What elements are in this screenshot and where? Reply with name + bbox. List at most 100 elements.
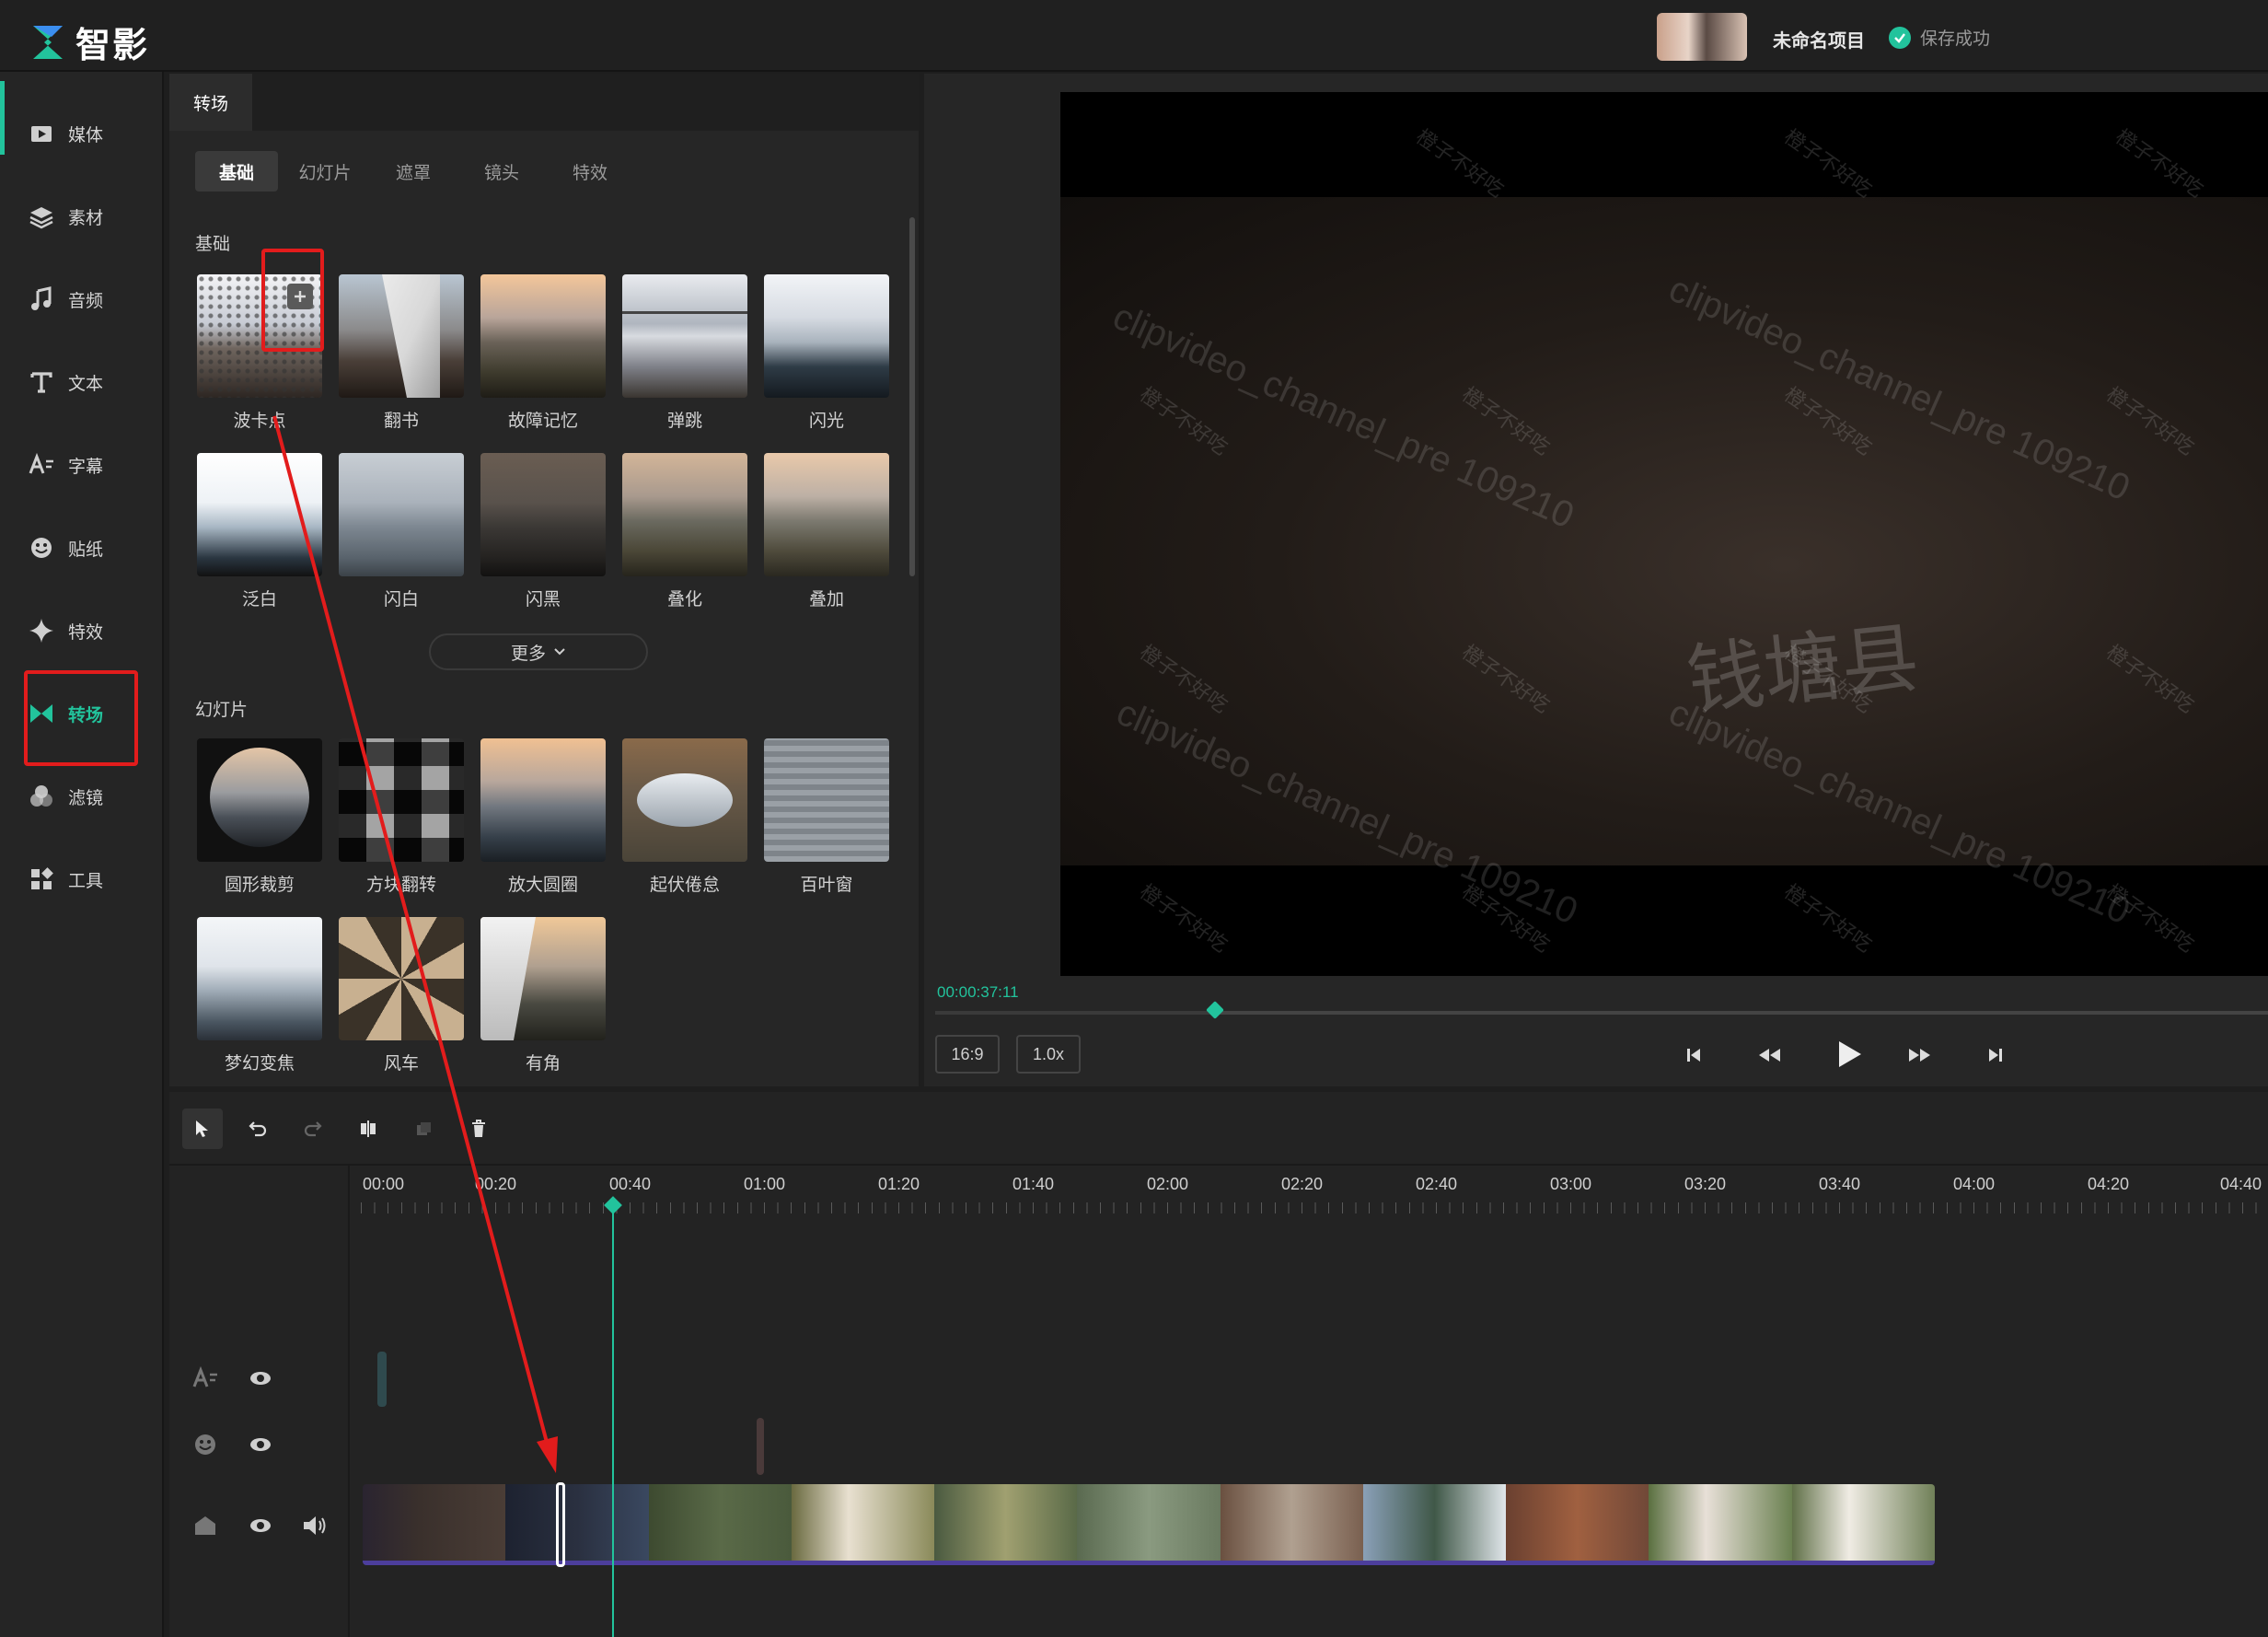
video-clip[interactable] [791,1484,935,1561]
subtab-lens[interactable]: 镜头 [460,151,543,192]
video-clip[interactable] [934,1484,1078,1561]
sticker-clip[interactable] [757,1418,764,1475]
timeline-ruler[interactable] [361,1202,2268,1213]
avatar[interactable] [1657,13,1747,61]
sidebar-item-label: 素材 [68,208,104,228]
transition-label: 百叶窗 [800,876,853,895]
redo-button[interactable] [293,1109,333,1149]
undo-icon [249,1121,267,1137]
transition-thumb-flash-black[interactable] [480,453,606,576]
sidebar-item-label: 音频 [68,291,104,311]
subtab-effects[interactable]: 特效 [549,151,631,192]
video-clip[interactable] [1077,1484,1221,1561]
sidebar-item-assets[interactable]: 素材 [28,184,156,249]
video-clip[interactable] [1220,1484,1363,1561]
subtitle-clip[interactable] [377,1352,387,1407]
transition-thumb-overlay[interactable] [764,453,889,576]
transition-label: 弹跳 [666,412,702,431]
transition-thumb-flash-white[interactable] [339,453,464,576]
rewind-button[interactable] [1753,1039,1786,1072]
sidebar-item-tools[interactable]: 工具 [28,847,156,911]
transition-thumb-blinds[interactable] [764,738,889,862]
sidebar-item-filter[interactable]: 滤镜 [28,764,156,829]
video-player[interactable]: clipvideo_channel_pre 109210 clipvideo_c… [1060,92,2268,976]
media-icon [31,126,52,142]
transition-thumb-dissolve[interactable] [622,453,747,576]
transition-label: 闪黑 [525,590,561,610]
subtitle-track-icon [192,1365,217,1387]
undo-button[interactable] [237,1109,278,1149]
delete-button[interactable] [458,1109,499,1149]
sidebar-item-subtitle[interactable]: 字幕 [28,433,156,497]
transition-label: 有角 [525,1054,561,1074]
fast-forward-button[interactable] [1904,1039,1937,1072]
sidebar-item-audio[interactable]: 音频 [28,267,156,331]
transition-thumb-ripple[interactable] [622,738,747,862]
play-button[interactable] [1826,1031,1872,1077]
sidebar-item-text[interactable]: 文本 [28,350,156,414]
chevron-down-icon [554,648,565,656]
subtab-bar: 基础 幻灯片 遮罩 镜头 特效 [195,151,631,192]
subtab-basic[interactable]: 基础 [195,151,278,192]
volume-icon[interactable] [300,1512,328,1539]
play-icon [1839,1041,1861,1067]
subtab-mask[interactable]: 遮罩 [372,151,455,192]
transition-thumb-flash[interactable] [764,274,889,398]
sidebar-item-media[interactable]: 媒体 [28,101,156,166]
transition-thumb-circle-crop[interactable] [197,738,322,862]
skip-start-button[interactable] [1677,1039,1710,1072]
video-clip[interactable] [1791,1484,1935,1561]
subtitle-icon [29,452,53,474]
transition-thumb-dream-zoom[interactable] [197,917,322,1040]
copy-button[interactable] [403,1109,444,1149]
video-clip[interactable] [648,1484,792,1561]
split-button[interactable] [348,1109,388,1149]
video-clip[interactable] [1362,1484,1507,1561]
subtab-slides[interactable]: 幻灯片 [284,151,366,192]
transition-thumb-zoom-circle[interactable] [480,738,606,862]
panel-scrollbar[interactable] [909,217,915,576]
transition-label: 叠化 [666,590,702,610]
transition-label: 梦幻变焦 [224,1054,295,1074]
eye-icon[interactable] [247,1364,274,1392]
transition-slot-marker[interactable] [556,1482,565,1567]
aspect-ratio-button[interactable]: 16:9 [935,1035,1000,1074]
progress-handle[interactable] [1206,1001,1224,1019]
transition-thumb-whiten[interactable] [197,453,322,576]
transition-thumb-block-flip[interactable] [339,738,464,862]
select-tool-button[interactable] [182,1109,223,1149]
section-title-slides: 幻灯片 [195,701,249,720]
video-track[interactable] [363,1484,1935,1565]
transition-thumb-page-flip[interactable] [339,274,464,398]
preview-panel: clipvideo_channel_pre 109210 clipvideo_c… [924,74,2268,1086]
transition-thumb-bounce[interactable] [622,274,747,398]
sidebar-item-effects[interactable]: 特效 [28,598,156,663]
playhead[interactable] [612,1202,614,1637]
transition-thumb-glitch[interactable] [480,274,606,398]
tick-label: 01:40 [1012,1175,1055,1193]
eye-icon[interactable] [247,1431,274,1458]
sidebar-item-sticker[interactable]: 贴纸 [28,516,156,580]
transition-thumb-windmill[interactable] [339,917,464,1040]
tick-label: 00:20 [475,1175,517,1193]
timecode: 00:00:37:11 [937,983,1019,1001]
copy-icon [417,1122,431,1135]
eye-icon[interactable] [247,1512,274,1539]
video-clip[interactable] [1649,1484,1792,1561]
project-name[interactable]: 未命名项目 [1773,26,1865,52]
app-logo[interactable]: 智影 [31,17,149,67]
skip-end-button[interactable] [1979,1039,2012,1072]
save-status: 保存成功 [1889,25,1990,50]
tick-label: 01:20 [878,1175,920,1193]
tick-label: 00:00 [363,1175,405,1193]
more-label: 更多 [510,644,546,664]
video-clip[interactable] [505,1484,649,1561]
speed-button[interactable]: 1.0x [1016,1035,1081,1074]
transition-label: 圆形裁剪 [224,876,295,895]
more-button[interactable]: 更多 [429,633,648,670]
progress-bar[interactable] [935,1001,2268,1019]
transition-thumb-angle[interactable] [480,917,606,1040]
video-clip[interactable] [1506,1484,1649,1561]
tab-transition[interactable]: 转场 [169,74,252,131]
video-clip[interactable] [363,1484,506,1561]
